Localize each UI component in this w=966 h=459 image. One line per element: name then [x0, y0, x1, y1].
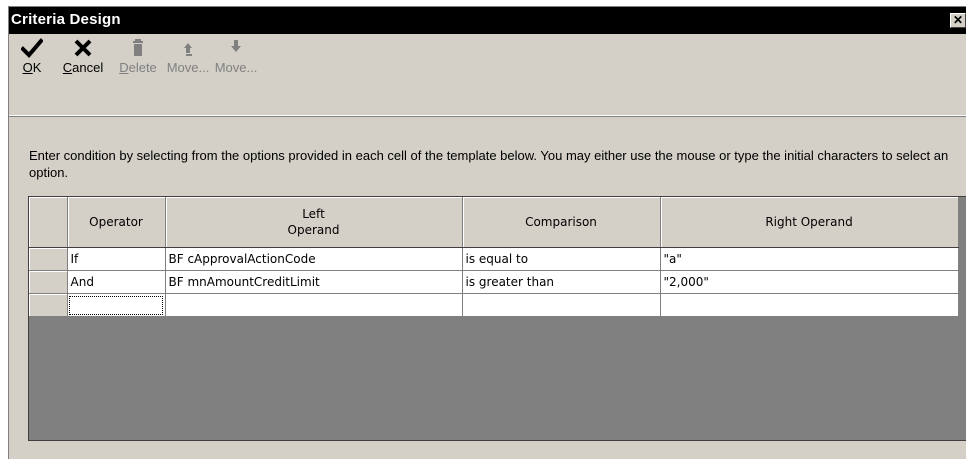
criteria-table: Operator Left Operand Comparison Right Op…	[29, 197, 959, 317]
right-operand-column-header[interactable]: Right Operand	[660, 197, 959, 248]
toolbar: OK Cancel Delete Move... Move...	[9, 34, 966, 117]
delete-button[interactable]: Delete	[115, 38, 161, 78]
left-operand-column-header[interactable]: Left Operand	[165, 197, 463, 248]
comparison-cell[interactable]: is greater than	[462, 270, 661, 294]
row-header[interactable]	[29, 270, 68, 294]
right-operand-cell[interactable]: "a"	[660, 247, 959, 271]
comparison-column-header[interactable]: Comparison	[462, 197, 661, 248]
comparison-cell[interactable]	[462, 293, 661, 317]
instructions-text: Enter condition by selecting from the op…	[29, 148, 949, 180]
corner-header[interactable]	[29, 197, 68, 248]
cancel-mnemonic: C	[62, 60, 73, 75]
operator-cell-focused[interactable]	[67, 293, 166, 317]
cancel-button[interactable]: Cancel	[55, 38, 111, 78]
table-row[interactable]: And BF mnAmountCreditLimit is greater th…	[29, 270, 959, 294]
delete-mnemonic: D	[119, 60, 129, 75]
row-header[interactable]	[29, 247, 68, 271]
ok-label-rest: K	[32, 60, 42, 75]
close-icon: ✕	[952, 13, 964, 27]
left-operand-cell[interactable]: BF mnAmountCreditLimit	[165, 270, 463, 294]
operator-cell[interactable]: And	[67, 270, 166, 294]
table-row[interactable]	[29, 293, 959, 317]
comparison-cell[interactable]: is equal to	[462, 247, 661, 271]
delete-label-rest: elete	[128, 60, 157, 75]
table-row[interactable]: If BF cApprovalActionCode is equal to "a…	[29, 247, 959, 271]
operator-cell[interactable]: If	[67, 247, 166, 271]
move-down-label: Move...	[214, 60, 258, 75]
operator-column-header[interactable]: Operator	[67, 197, 166, 248]
move-up-label: Move...	[166, 60, 210, 75]
toolbar-divider	[9, 115, 966, 116]
close-button[interactable]: ✕	[950, 13, 966, 28]
ok-button[interactable]: OK	[15, 38, 49, 78]
left-operand-cell[interactable]: BF cApprovalActionCode	[165, 247, 463, 271]
title-bar[interactable]: Criteria Design ✕	[9, 7, 966, 34]
arrow-down-icon	[231, 40, 241, 52]
trash-icon	[133, 39, 143, 56]
header-row: Operator Left Operand Comparison Right Op…	[29, 197, 959, 248]
ok-mnemonic: O	[22, 60, 33, 75]
row-header[interactable]	[29, 293, 68, 317]
left-operand-cell[interactable]	[165, 293, 463, 317]
criteria-grid[interactable]: Operator Left Operand Comparison Right Op…	[28, 196, 966, 441]
move-up-button[interactable]: Move...	[165, 38, 211, 78]
arrow-up-icon	[184, 43, 192, 56]
cancel-label-rest: ancel	[72, 60, 104, 75]
x-icon	[74, 39, 92, 57]
move-down-button[interactable]: Move...	[213, 38, 259, 78]
criteria-design-window: Criteria Design ✕ OK Cancel Delete Move.…	[8, 6, 966, 459]
right-operand-cell[interactable]: "2,000"	[660, 270, 959, 294]
window-title: Criteria Design	[11, 11, 121, 28]
checkmark-icon	[21, 38, 43, 58]
right-operand-cell[interactable]	[660, 293, 959, 317]
